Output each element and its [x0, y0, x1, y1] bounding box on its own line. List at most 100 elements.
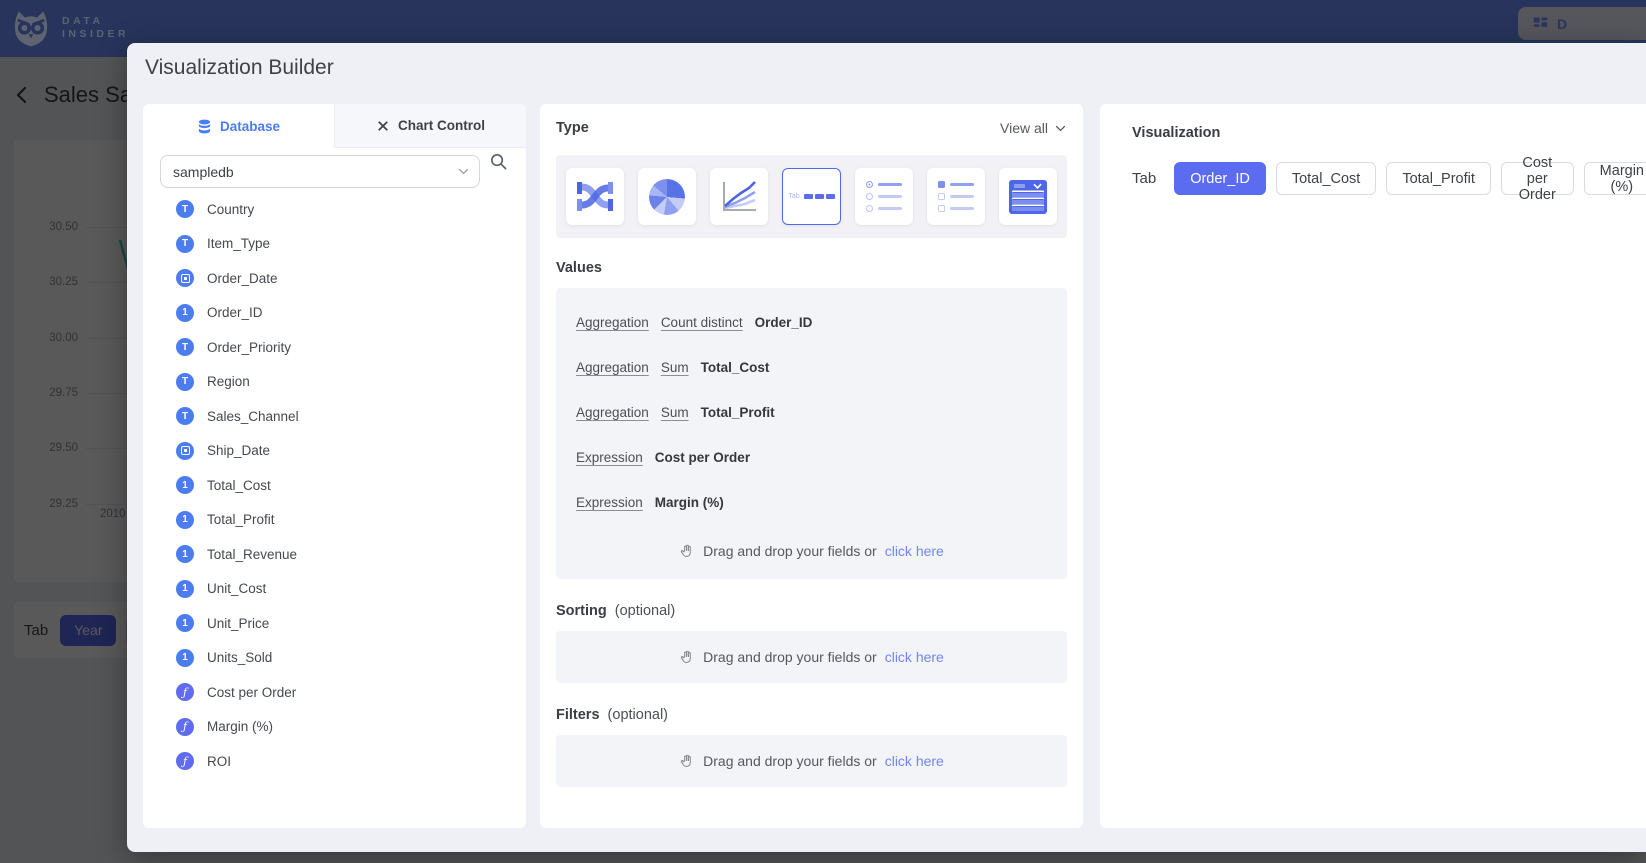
field-item[interactable]: 1 Total_Revenue — [143, 537, 526, 572]
field-item[interactable]: T Sales_Channel — [143, 399, 526, 434]
aggregation-kind-token[interactable]: Aggregation — [576, 360, 649, 375]
field-label: Region — [207, 374, 250, 389]
drag-hand-icon — [679, 543, 695, 559]
field-name: Order_ID — [755, 315, 813, 330]
click-here-link[interactable]: click here — [885, 753, 944, 769]
database-select[interactable]: sampledb — [160, 155, 480, 188]
number-field-icon: 1 — [176, 511, 194, 529]
value-row: Aggregation Sum Total_Cost — [556, 345, 1067, 390]
field-name: Total_Cost — [701, 360, 770, 375]
visualization-tab-row: Tab Order_ID Total_Cost Total_Profit Cost p… — [1132, 162, 1646, 195]
chart-type-tile-checkbox-list[interactable] — [927, 168, 985, 225]
function-field-icon: ƒ — [176, 752, 194, 770]
field-label: Sales_Channel — [207, 409, 299, 424]
configuration-panel: Type View all — [540, 104, 1083, 828]
aggregation-kind-token[interactable]: Aggregation — [576, 315, 649, 330]
chevron-down-icon — [1054, 122, 1067, 135]
viz-tab-button[interactable]: Cost per Order — [1501, 162, 1574, 195]
tab-chart-control[interactable]: Chart Control — [334, 104, 526, 148]
viz-tab-label: Tab — [1132, 170, 1156, 187]
field-item[interactable]: Ship_Date — [143, 434, 526, 469]
field-item[interactable]: T Region — [143, 365, 526, 400]
chart-type-tile-radio-list[interactable] — [855, 168, 913, 225]
view-all-button[interactable]: View all — [1000, 120, 1067, 136]
tab-chart-icon: Tab — [788, 193, 834, 200]
dropzone-text: Drag and drop your fields or — [703, 543, 877, 559]
viz-tab-button[interactable]: Margin (%) — [1584, 162, 1646, 195]
checkbox-list-icon — [938, 181, 974, 212]
value-row: Expression Cost per Order — [556, 435, 1067, 480]
dashboard-button-label: D — [1557, 16, 1567, 32]
visualization-title: Visualization — [1132, 125, 1220, 141]
field-item[interactable]: T Order_Priority — [143, 330, 526, 365]
number-field-icon: 1 — [176, 304, 194, 322]
field-item[interactable]: 1 Unit_Cost — [143, 572, 526, 607]
type-section-title: Type — [556, 120, 589, 136]
search-icon[interactable] — [489, 152, 508, 171]
field-name: Total_Profit — [701, 405, 775, 420]
database-select-value: sampledb — [173, 164, 234, 180]
field-label: Unit_Price — [207, 616, 269, 631]
field-item[interactable]: ƒ ROI — [143, 744, 526, 779]
field-item[interactable]: ƒ Margin (%) — [143, 710, 526, 745]
chart-type-tile-line[interactable] — [710, 168, 768, 225]
field-label: ROI — [207, 754, 231, 769]
aggregation-kind-token[interactable]: Expression — [576, 450, 643, 465]
text-field-icon: T — [176, 407, 194, 425]
radio-list-icon — [866, 181, 902, 212]
aggregation-function-token[interactable]: Sum — [661, 360, 689, 375]
viz-tab-button[interactable]: Total_Profit — [1386, 162, 1491, 195]
field-label: Total_Cost — [207, 478, 271, 493]
number-field-icon: 1 — [176, 545, 194, 563]
filters-dropzone[interactable]: Drag and drop your fields or click here — [556, 735, 1067, 787]
dashboard-button[interactable]: D — [1518, 7, 1646, 40]
modal-title: Visualization Builder — [145, 56, 334, 80]
text-field-icon: T — [176, 373, 194, 391]
function-field-icon: ƒ — [176, 718, 194, 736]
number-field-icon: 1 — [176, 580, 194, 598]
line-chart-icon — [719, 179, 759, 215]
click-here-link[interactable]: click here — [885, 649, 944, 665]
field-item[interactable]: T Item_Type — [143, 227, 526, 262]
field-item[interactable]: 1 Total_Cost — [143, 468, 526, 503]
dropzone-text: Drag and drop your fields or — [703, 753, 877, 769]
values-dropzone[interactable]: Drag and drop your fields or click here — [556, 525, 1067, 577]
field-item[interactable]: 1 Order_ID — [143, 296, 526, 331]
field-label: Cost per Order — [207, 685, 296, 700]
tab-database[interactable]: Database — [143, 104, 334, 148]
field-name: Cost per Order — [655, 450, 750, 465]
field-item[interactable]: ƒ Cost per Order — [143, 675, 526, 710]
field-label: Item_Type — [207, 236, 270, 251]
aggregation-kind-token[interactable]: Aggregation — [576, 405, 649, 420]
field-item[interactable]: 1 Units_Sold — [143, 641, 526, 676]
sorting-dropzone[interactable]: Drag and drop your fields or click here — [556, 631, 1067, 683]
field-label: Unit_Cost — [207, 581, 266, 596]
aggregation-kind-token[interactable]: Expression — [576, 495, 643, 510]
chart-type-tile-sankey[interactable] — [566, 168, 624, 225]
chart-type-tile-tab[interactable]: Tab — [782, 168, 840, 225]
brand: DATA INSIDER — [10, 6, 129, 50]
number-field-icon: 1 — [176, 476, 194, 494]
chevron-down-icon — [457, 165, 470, 178]
brand-text: DATA INSIDER — [62, 15, 129, 41]
chart-type-tile-select[interactable] — [999, 168, 1057, 225]
date-field-icon — [176, 269, 194, 287]
aggregation-function-token[interactable]: Sum — [661, 405, 689, 420]
field-item[interactable]: Order_Date — [143, 261, 526, 296]
viz-tab-button[interactable]: Total_Cost — [1276, 162, 1377, 195]
values-box: Aggregation Count distinct Order_ID Aggr… — [556, 288, 1067, 579]
chart-type-tile-pie[interactable] — [638, 168, 696, 225]
filters-section-title: Filters (optional) — [556, 707, 668, 723]
field-item[interactable]: 1 Total_Profit — [143, 503, 526, 538]
owl-logo-icon — [10, 6, 52, 50]
field-item[interactable]: T Country — [143, 192, 526, 227]
field-item[interactable]: 1 Unit_Price — [143, 606, 526, 641]
visualization-panel: Visualization Tab Order_ID Total_Cost Tota… — [1100, 104, 1646, 828]
text-field-icon: T — [176, 200, 194, 218]
viz-tab-button[interactable]: Order_ID — [1174, 162, 1266, 195]
click-here-link[interactable]: click here — [885, 543, 944, 559]
field-label: Order_ID — [207, 305, 263, 320]
dashboard-grid-icon — [1532, 15, 1549, 32]
text-field-icon: T — [176, 235, 194, 253]
aggregation-function-token[interactable]: Count distinct — [661, 315, 743, 330]
